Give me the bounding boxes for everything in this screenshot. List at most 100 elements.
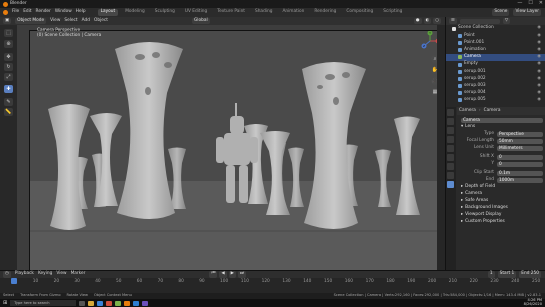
vscode-icon[interactable] [133,300,140,306]
blender-menu-icon[interactable] [3,10,8,15]
menu-view-timeline[interactable]: View [56,272,66,277]
menu-select[interactable]: Select [64,18,77,23]
visibility-eye-icon[interactable]: ◉ [537,90,541,95]
current-frame-field[interactable]: 1 [487,271,495,278]
visibility-eye-icon[interactable]: ◉ [537,76,541,81]
workspace-tab-layout[interactable]: Layout [97,9,119,16]
property-value-field[interactable]: Perspective [497,131,543,138]
menu-view[interactable]: View [50,18,60,23]
timeline-type-icon[interactable]: ◷ [3,271,11,278]
menu-marker[interactable]: Marker [71,272,86,277]
workspace-tab-uv-editing[interactable]: UV Editing [182,9,210,15]
workspace-tab-shading[interactable]: Shading [252,9,275,15]
outliner-row[interactable]: serup.005 ◉ [446,97,545,104]
visibility-eye-icon[interactable]: ◉ [537,54,541,59]
end-frame-field[interactable]: End 250 [519,271,541,278]
3d-viewport[interactable]: Camera Perspective (0) Scene Collection … [17,25,445,270]
workspace-tab-modeling[interactable]: Modeling [122,9,148,15]
outliner-row[interactable]: serup.003 ◉ [446,83,545,90]
task-view-icon[interactable] [79,300,86,306]
property-value-field[interactable]: 0 [497,154,543,161]
constraint-tab-icon[interactable] [447,172,454,179]
workspace-tab-sculpting[interactable]: Sculpting [152,9,178,15]
menu-playback[interactable]: Playback [15,272,34,277]
blender-taskbar-icon[interactable] [124,300,131,306]
windows-start-icon[interactable]: ⊞ [3,300,7,306]
menu-edit[interactable]: Edit [23,10,31,15]
maximize-button[interactable]: ☐ [528,1,532,6]
workspace-tab-texture-paint[interactable]: Texture Paint [214,9,248,15]
property-value-field[interactable]: 0 [497,161,543,168]
render-tab-icon[interactable] [447,118,454,125]
outliner-row[interactable]: Animation ◉ [446,47,545,54]
collapsed-section-header[interactable]: ▸ Safe Areas [457,198,545,205]
editor-type-icon[interactable]: ▣ [3,17,12,25]
annotate-icon[interactable]: ✎ [4,98,13,106]
visibility-eye-icon[interactable]: ◉ [537,83,541,88]
outliner-type-icon[interactable]: ☰ [449,17,457,25]
menu-render[interactable]: Render [36,10,51,15]
file-explorer-icon[interactable] [88,300,95,306]
workspace-tab-rendering[interactable]: Rendering [311,9,339,15]
cursor-icon[interactable]: ⊕ [4,40,13,48]
play-reverse-icon[interactable]: ◀ [219,271,227,278]
visibility-eye-icon[interactable]: ◉ [537,40,541,45]
start-frame-field[interactable]: Start 1 [497,271,517,278]
visibility-eye-icon[interactable]: ◉ [537,62,541,67]
workspace-tab-scripting[interactable]: Scripting [380,9,405,15]
playhead[interactable] [11,278,17,284]
view-layer-selector[interactable]: View Layer [513,9,541,16]
timeline-ruler[interactable]: 0102030405060708090100110120130140150160… [0,278,545,294]
scene-tab-icon[interactable] [447,145,454,152]
rotate-icon[interactable]: ↻ [4,63,13,71]
outliner-row[interactable]: Scene Collection ◉ [446,25,545,32]
filter-icon[interactable]: ▽ [502,17,511,25]
app-icon-red[interactable] [106,300,113,306]
menu-file[interactable]: File [12,10,19,15]
app-icon-green[interactable] [115,300,122,306]
outliner-row[interactable]: serup.004 ◉ [446,90,545,97]
jump-start-icon[interactable]: ⏮ [209,271,218,278]
workspace-tab-compositing[interactable]: Compositing [343,9,376,15]
property-value-field[interactable]: 0.1m [497,170,543,177]
play-icon[interactable]: ▶ [228,271,236,278]
menu-window[interactable]: Window [55,10,72,15]
shading-solid-icon[interactable]: ● [413,17,422,25]
visibility-eye-icon[interactable]: ◉ [537,26,541,31]
collapsed-section-header[interactable]: ▸ Custom Properties [457,219,545,226]
outliner-row[interactable]: serup.001 ◉ [446,68,545,75]
object-tab-icon[interactable] [447,163,454,170]
collapsed-section-header[interactable]: ▸ Viewport Display [457,212,545,219]
scale-icon[interactable]: ⤢ [4,73,13,81]
output-tab-icon[interactable] [447,127,454,134]
visibility-eye-icon[interactable]: ◉ [537,33,541,38]
visibility-eye-icon[interactable]: ◉ [537,47,541,52]
jump-end-icon[interactable]: ⏭ [237,271,246,278]
menu-help[interactable]: Help [76,10,86,15]
workspace-tab-animation[interactable]: Animation [279,9,307,15]
world-tab-icon[interactable] [447,154,454,161]
select-box-icon[interactable]: ⬚ [4,29,13,37]
menu-add[interactable]: Add [82,18,90,23]
camera-name-field[interactable]: Camera [461,117,543,124]
move-icon[interactable]: ✥ [4,53,13,61]
shading-rendered-icon[interactable]: ○ [433,17,441,25]
camera-data-tab-icon[interactable] [447,181,454,188]
menu-keying[interactable]: Keying [38,272,52,277]
collapsed-section-header[interactable]: ▸ Background Images [457,205,545,212]
minimize-button[interactable]: — [517,1,522,6]
outliner-row[interactable]: serup.002 ◉ [446,75,545,82]
measure-icon[interactable]: 📏 [4,108,13,116]
outliner-row[interactable]: Empty ◉ [446,61,545,68]
orientation-dropdown[interactable]: Global [191,17,210,25]
edge-icon[interactable] [97,300,104,306]
transform-icon[interactable]: ✚ [4,85,13,93]
property-value-field[interactable]: 50mm [497,138,543,145]
property-value-field[interactable]: Millimeters [497,145,543,152]
close-button[interactable]: ✕ [539,1,543,6]
outliner-search-input[interactable] [459,18,500,24]
tool-tab-icon[interactable] [447,109,454,116]
menu-object[interactable]: Object [94,18,108,23]
visibility-eye-icon[interactable]: ◉ [537,98,541,103]
object-mode-dropdown[interactable]: Object Mode [15,17,47,25]
